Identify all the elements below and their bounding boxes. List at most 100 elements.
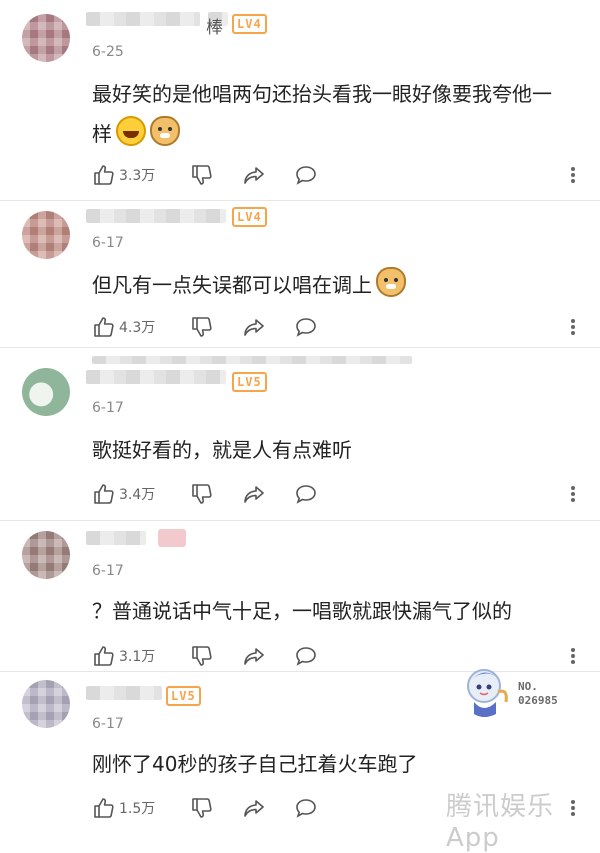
like-count: 3.1万: [119, 649, 156, 665]
share-icon: [244, 800, 264, 817]
more-dots-icon: [571, 648, 575, 652]
like-button[interactable]: 3.3万: [92, 163, 155, 187]
comment-text-body: 刚怀了40秒的孩子自己扛着火车跑了: [92, 752, 418, 776]
reply-button[interactable]: [294, 315, 318, 339]
reply-button[interactable]: [294, 163, 318, 187]
comment-text: ？普通说话中气十足，一唱歌就跟快漏气了似的: [92, 591, 570, 631]
thumbs-down-icon: [192, 646, 212, 666]
comment-date: 6-17: [92, 563, 124, 579]
like-button[interactable]: 1.5万: [92, 796, 155, 820]
comment-text: 刚怀了40秒的孩子自己扛着火车跑了: [92, 744, 570, 784]
thumbs-up-icon: [94, 646, 114, 666]
comment-action-bar: 3.4万: [92, 482, 582, 506]
comment-text: 歌挺好看的，就是人有点难听: [92, 430, 570, 470]
username-blurred[interactable]: [86, 370, 226, 384]
avatar[interactable]: [22, 368, 70, 416]
share-icon: [244, 486, 264, 503]
comment-action-bar: 4.3万: [92, 315, 582, 339]
thumbs-down-icon: [192, 484, 212, 504]
watermark-number-label: NO.: [518, 680, 538, 693]
level-badge: LV5: [166, 686, 201, 706]
share-button[interactable]: [242, 315, 266, 339]
like-count: 1.5万: [119, 801, 156, 817]
share-button[interactable]: [242, 644, 266, 668]
more-dots-icon: [571, 654, 575, 658]
avatar[interactable]: [22, 680, 70, 728]
comment-bubble-icon: [296, 647, 316, 666]
username-blurred[interactable]: [86, 531, 146, 545]
more-options-button[interactable]: [568, 317, 578, 337]
doge-emoji-icon: [376, 267, 406, 297]
comment-bubble-icon: [296, 799, 316, 818]
share-button[interactable]: [242, 482, 266, 506]
username-blurred[interactable]: [92, 356, 412, 364]
laugh-emoji-icon: [116, 116, 146, 146]
comment-text-body: 但凡有一点失误都可以唱在调上: [92, 273, 372, 297]
dislike-button[interactable]: [190, 315, 214, 339]
share-icon: [244, 319, 264, 336]
like-count: 3.4万: [119, 487, 156, 503]
level-badge: LV5: [232, 372, 267, 392]
thumbs-up-icon: [94, 798, 114, 818]
avatar[interactable]: [22, 211, 70, 259]
comment-action-bar: 3.3万: [92, 163, 582, 187]
divider: [0, 347, 600, 348]
comment-date: 6-17: [92, 400, 124, 416]
level-badge: LV4: [232, 14, 267, 34]
dislike-button[interactable]: [190, 163, 214, 187]
more-dots-icon: [571, 325, 575, 329]
reply-button[interactable]: [294, 796, 318, 820]
thumbs-up-icon: [94, 484, 114, 504]
comment-text-body: 歌挺好看的，就是人有点难听: [92, 438, 352, 462]
more-dots-icon: [571, 167, 575, 171]
username-blurred[interactable]: [86, 686, 162, 700]
share-icon: [244, 167, 264, 184]
level-badge: LV4: [232, 207, 267, 227]
comment-text: 最好笑的是他唱两句还抬头看我一眼好像要我夸他一样: [92, 74, 570, 154]
comment-bubble-icon: [296, 485, 316, 504]
dislike-button[interactable]: [190, 796, 214, 820]
comment-date: 6-17: [92, 235, 124, 251]
more-options-button[interactable]: [568, 484, 578, 504]
doge-emoji-icon: [150, 116, 180, 146]
watermark-number-value: 026985: [518, 694, 558, 707]
share-icon: [244, 648, 264, 665]
watermark-badge: NO. 026985: [462, 662, 574, 722]
more-dots-icon: [571, 331, 575, 335]
like-button[interactable]: 3.4万: [92, 482, 155, 506]
thumbs-down-icon: [192, 165, 212, 185]
divider: [0, 520, 600, 521]
like-button[interactable]: 4.3万: [92, 315, 155, 339]
comment-text: 但凡有一点失误都可以唱在调上: [92, 265, 570, 305]
divider: [0, 200, 600, 201]
avatar[interactable]: [22, 531, 70, 579]
like-button[interactable]: 3.1万: [92, 644, 155, 668]
more-options-button[interactable]: [568, 165, 578, 185]
like-count: 4.3万: [119, 320, 156, 336]
more-dots-icon: [571, 486, 575, 490]
thumbs-down-icon: [192, 798, 212, 818]
watermark-number: NO. 026985: [518, 680, 558, 708]
reply-button[interactable]: [294, 482, 318, 506]
like-count: 3.3万: [119, 168, 156, 184]
avatar[interactable]: [22, 14, 70, 62]
more-dots-icon: [571, 319, 575, 323]
thumbs-down-icon: [192, 317, 212, 337]
username-blurred[interactable]: [158, 529, 186, 547]
username-tail[interactable]: 棒: [206, 13, 223, 38]
more-dots-icon: [571, 498, 575, 502]
dislike-button[interactable]: [190, 644, 214, 668]
thumbs-up-icon: [94, 165, 114, 185]
comment-date: 6-25: [92, 44, 124, 60]
username-blurred[interactable]: [86, 12, 200, 26]
share-button[interactable]: [242, 163, 266, 187]
more-dots-icon: [571, 492, 575, 496]
reply-button[interactable]: [294, 644, 318, 668]
share-button[interactable]: [242, 796, 266, 820]
comment-text-body: ？普通说话中气十足，一唱歌就跟快漏气了似的: [92, 599, 512, 623]
brand-watermark: 腾讯娱乐App: [446, 792, 555, 853]
more-dots-icon: [571, 173, 575, 177]
username-blurred[interactable]: [86, 209, 226, 223]
comment-date: 6-17: [92, 716, 124, 732]
dislike-button[interactable]: [190, 482, 214, 506]
